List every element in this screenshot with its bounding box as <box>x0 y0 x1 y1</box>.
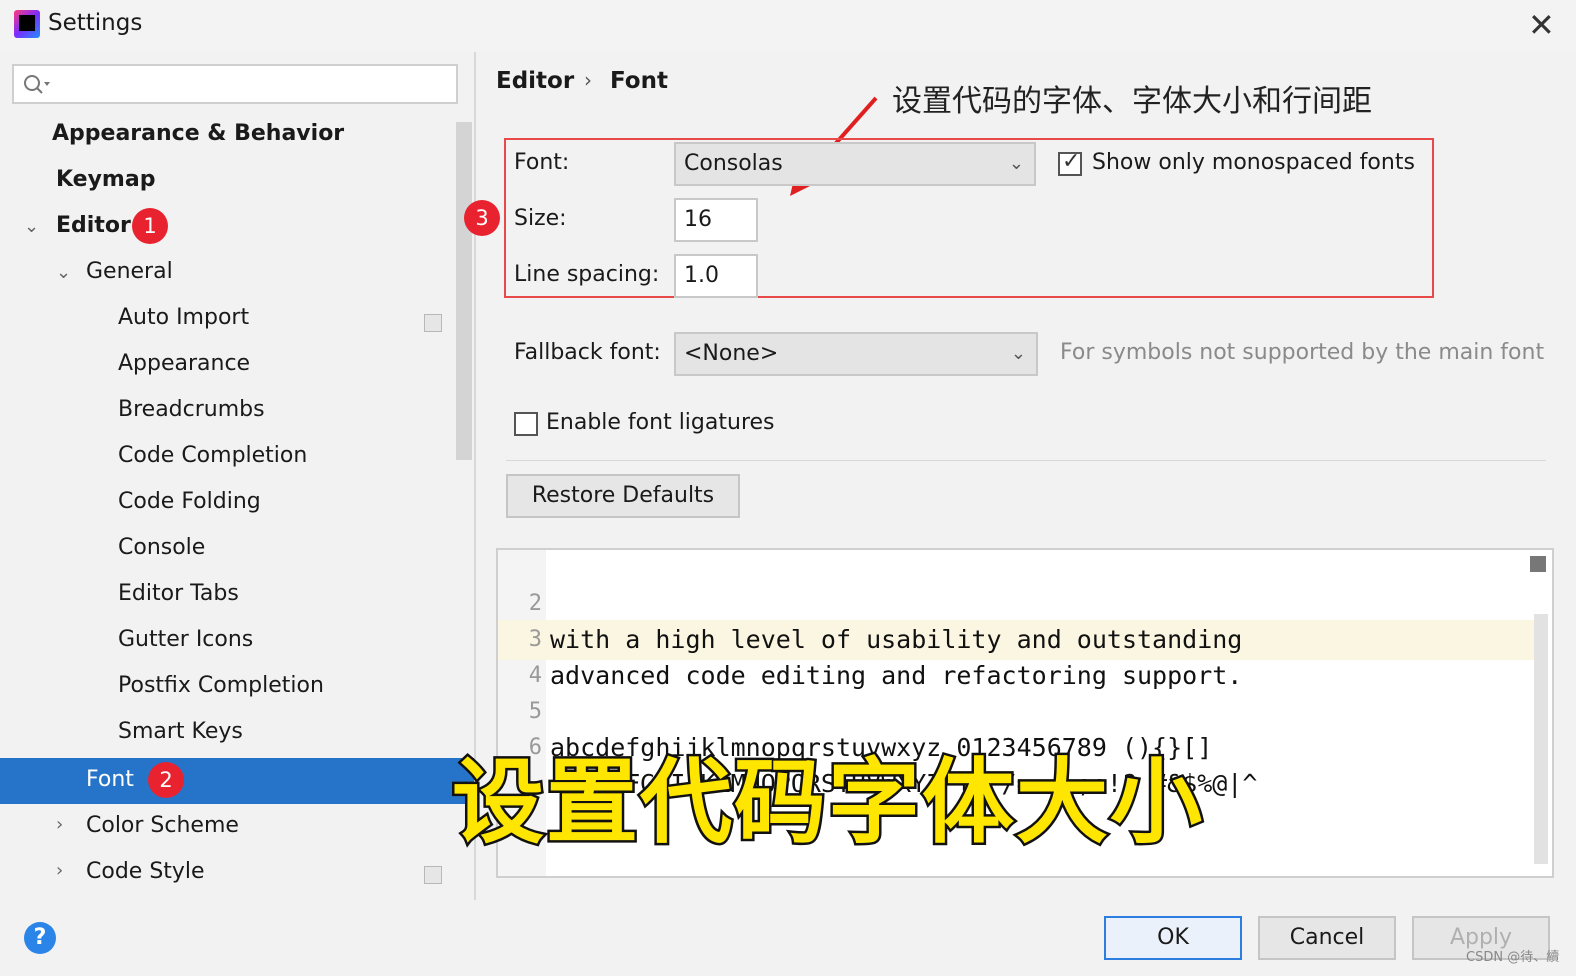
search-icon <box>24 75 50 94</box>
chevron-down-icon[interactable]: ⌄ <box>56 262 71 283</box>
sidebar-item-code-folding[interactable]: Code Folding <box>118 480 261 524</box>
cancel-button[interactable]: Cancel <box>1258 916 1396 960</box>
sidebar-item-editor-tabs[interactable]: Editor Tabs <box>118 572 239 616</box>
sidebar-item-appearance[interactable]: Appearance <box>118 342 250 386</box>
sidebar-item-editor[interactable]: Editor <box>56 204 131 248</box>
ligatures-checkbox[interactable] <box>514 412 538 436</box>
fallback-font-hint: For symbols not supported by the main fo… <box>1060 340 1545 365</box>
size-label: Size: <box>514 206 567 231</box>
breadcrumb-font: Font <box>610 68 668 94</box>
ok-button[interactable]: OK <box>1104 916 1242 960</box>
code-line: 3 advanced code editing and refactoring … <box>498 586 1538 690</box>
sidebar-item-auto-import[interactable]: Auto Import <box>118 296 249 340</box>
chevron-down-icon[interactable]: ⌄ <box>24 216 39 237</box>
step-badge-1: 1 <box>132 208 168 244</box>
restore-defaults-button[interactable]: Restore Defaults <box>506 474 740 518</box>
breadcrumb-separator: › <box>584 68 592 92</box>
sidebar-item-code-completion[interactable]: Code Completion <box>118 434 307 478</box>
size-field[interactable]: 16 <box>674 198 758 242</box>
monospaced-label: Show only monospaced fonts <box>1092 150 1415 175</box>
chevron-right-icon[interactable]: › <box>56 814 63 835</box>
chevron-down-icon: ⌄ <box>1010 343 1026 364</box>
line-number: 10 <box>498 876 542 878</box>
sidebar-item-appearance-behavior[interactable]: Appearance & Behavior <box>52 112 344 156</box>
sidebar-selection <box>0 758 474 804</box>
sidebar-item-postfix-completion[interactable]: Postfix Completion <box>118 664 324 708</box>
code-line: 2 with a high level of usability and out… <box>498 550 1538 654</box>
title-bar: Settings ✕ <box>0 0 1576 52</box>
sidebar-item-gutter-icons[interactable]: Gutter Icons <box>118 618 253 662</box>
search-input[interactable] <box>12 64 458 104</box>
checkmark-icon: ✓ <box>1062 149 1081 174</box>
settings-sidebar: Appearance & Behavior Keymap ⌄ Editor 1 … <box>0 52 476 900</box>
line-spacing-label: Line spacing: <box>514 262 660 287</box>
chevron-down-icon: ⌄ <box>1008 153 1024 174</box>
sidebar-item-smart-keys[interactable]: Smart Keys <box>118 710 243 754</box>
sidebar-item-keymap[interactable]: Keymap <box>56 158 155 202</box>
video-caption: 设置代码字体大小 <box>449 747 1205 859</box>
dialog-footer: ? OK Cancel Apply CSDN @待、續 <box>0 900 1576 976</box>
code-line: 6 ABCDEFGHIJKLMNOPQRSTUVWXYZ +-*/= .,;:!… <box>498 694 1538 798</box>
sidebar-item-console[interactable]: Console <box>118 526 205 570</box>
sidebar-item-color-scheme[interactable]: Color Scheme <box>86 804 239 848</box>
fallback-font-dropdown[interactable]: <None> ⌄ <box>674 332 1038 376</box>
line-spacing-field[interactable]: 1.0 <box>674 254 758 298</box>
chevron-right-icon[interactable]: › <box>56 860 63 881</box>
annotation-text: 设置代码的字体、字体大小和行间距 <box>892 84 1372 119</box>
help-icon[interactable]: ? <box>24 922 56 954</box>
section-divider <box>506 460 1546 461</box>
font-dropdown-value: Consolas <box>684 151 783 176</box>
sidebar-item-code-style[interactable]: Code Style <box>86 850 205 894</box>
monospaced-checkbox[interactable]: ✓ <box>1058 149 1082 176</box>
project-scope-icon <box>424 314 442 332</box>
code-line: 5 abcdefghijklmnopqrstuvwxyz 0123456789 … <box>498 658 1538 762</box>
window-title: Settings <box>48 10 143 36</box>
code-line: 4 <box>498 622 1538 688</box>
font-label: Font: <box>514 150 570 175</box>
sidebar-item-breadcrumbs[interactable]: Breadcrumbs <box>118 388 265 432</box>
sidebar-item-font[interactable]: Font <box>86 758 134 802</box>
fallback-font-value: <None> <box>684 341 779 366</box>
project-scope-icon <box>424 866 442 884</box>
ligatures-label: Enable font ligatures <box>546 410 775 435</box>
font-dropdown[interactable]: Consolas ⌄ <box>674 142 1036 186</box>
breadcrumb-editor[interactable]: Editor <box>496 68 574 94</box>
sidebar-item-general[interactable]: General <box>86 250 173 294</box>
intellij-app-icon <box>14 10 40 38</box>
sidebar-scrollbar[interactable] <box>456 122 472 460</box>
watermark: CSDN @待、續 <box>1466 950 1560 965</box>
close-icon[interactable]: ✕ <box>1528 6 1555 44</box>
step-badge-2: 2 <box>148 762 184 798</box>
fallback-font-label: Fallback font: <box>514 340 661 365</box>
step-badge-3: 3 <box>464 200 500 236</box>
